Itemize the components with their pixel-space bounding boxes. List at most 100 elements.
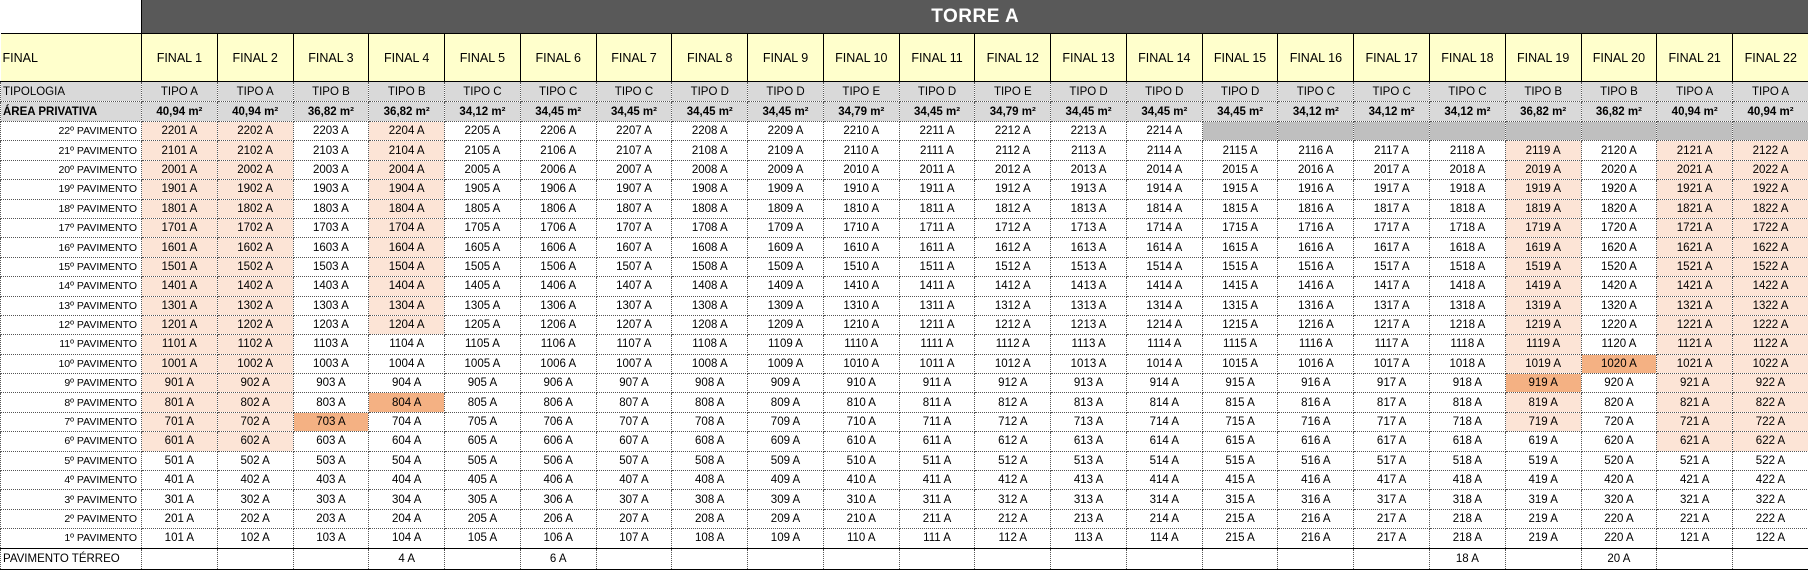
unit-cell[interactable]: 2114 A [1126, 141, 1202, 160]
unit-cell[interactable]: 1409 A [748, 277, 824, 296]
unit-cell[interactable]: 2012 A [975, 160, 1051, 179]
unit-cell[interactable]: 2208 A [672, 122, 748, 141]
unit-cell[interactable]: 215 A [1202, 509, 1278, 528]
unit-cell[interactable]: 1602 A [217, 238, 293, 257]
unit-cell[interactable]: 1710 A [823, 218, 899, 237]
tipologia-label[interactable]: TIPOLOGIA [1, 82, 142, 102]
unit-cell[interactable]: 112 A [975, 529, 1051, 548]
unit-cell[interactable]: 504 A [369, 451, 445, 470]
unit-cell[interactable]: 2214 A [1126, 122, 1202, 141]
floor-label[interactable]: 6º PAVIMENTO [1, 432, 142, 451]
unit-cell[interactable]: 1404 A [369, 277, 445, 296]
unit-cell[interactable]: 1405 A [445, 277, 521, 296]
unit-cell[interactable]: 1103 A [293, 335, 369, 354]
floor-label[interactable]: 7º PAVIMENTO [1, 412, 142, 431]
unit-cell[interactable]: 719 A [1505, 412, 1581, 431]
unit-cell[interactable]: 602 A [217, 432, 293, 451]
unit-cell[interactable]: 2021 A [1657, 160, 1733, 179]
unit-cell[interactable]: 1901 A [142, 180, 218, 199]
unit-cell[interactable]: 718 A [1430, 412, 1506, 431]
unit-cell[interactable]: 404 A [369, 471, 445, 490]
unit-cell[interactable]: 1611 A [899, 238, 975, 257]
unit-cell[interactable]: 1304 A [369, 296, 445, 315]
unit-cell[interactable]: 2121 A [1657, 141, 1733, 160]
unit-cell[interactable]: 1513 A [1051, 257, 1127, 276]
unit-cell[interactable]: 1301 A [142, 296, 218, 315]
unit-cell[interactable]: 906 A [520, 374, 596, 393]
floor-label[interactable]: 20º PAVIMENTO [1, 160, 142, 179]
area-cell[interactable]: 34,79 m² [975, 102, 1051, 122]
unit-cell[interactable]: 2013 A [1051, 160, 1127, 179]
area-cell[interactable]: 40,94 m² [142, 102, 218, 122]
unit-cell[interactable]: 1910 A [823, 180, 899, 199]
unit-cell[interactable]: 709 A [748, 412, 824, 431]
unit-cell[interactable]: 2101 A [142, 141, 218, 160]
unit-cell[interactable]: 114 A [1126, 529, 1202, 548]
unit-cell[interactable]: 514 A [1126, 451, 1202, 470]
unit-cell[interactable]: 716 A [1278, 412, 1354, 431]
final-header-label[interactable]: FINAL [1, 34, 142, 82]
unit-cell[interactable]: 608 A [672, 432, 748, 451]
unit-cell[interactable]: 2019 A [1505, 160, 1581, 179]
unit-cell[interactable]: 811 A [899, 393, 975, 412]
unit-cell[interactable]: 505 A [445, 451, 521, 470]
final-header-cell[interactable]: FINAL 18 [1430, 34, 1506, 82]
unit-cell[interactable]: 1517 A [1354, 257, 1430, 276]
unit-cell[interactable]: 1817 A [1354, 199, 1430, 218]
unit-cell[interactable]: 1606 A [520, 238, 596, 257]
unit-cell[interactable]: 1511 A [899, 257, 975, 276]
unit-cell[interactable]: 918 A [1430, 374, 1506, 393]
unit-cell[interactable]: 922 A [1733, 374, 1808, 393]
unit-cell[interactable]: 1608 A [672, 238, 748, 257]
unit-cell[interactable]: 2120 A [1581, 141, 1657, 160]
unit-cell[interactable]: 2209 A [748, 122, 824, 141]
unit-cell[interactable]: 809 A [748, 393, 824, 412]
tipologia-cell[interactable]: TIPO A [1733, 82, 1808, 102]
unit-cell[interactable]: 417 A [1354, 471, 1430, 490]
unit-cell[interactable]: 808 A [672, 393, 748, 412]
unit-cell[interactable]: 1209 A [748, 315, 824, 334]
unit-cell[interactable]: 817 A [1354, 393, 1430, 412]
unit-cell[interactable]: 1001 A [142, 354, 218, 373]
unit-cell[interactable]: 1515 A [1202, 257, 1278, 276]
unit-cell[interactable]: 1519 A [1505, 257, 1581, 276]
final-header-cell[interactable]: FINAL 6 [520, 34, 596, 82]
unit-cell[interactable]: 1815 A [1202, 199, 1278, 218]
final-header-cell[interactable]: FINAL 11 [899, 34, 975, 82]
unit-cell[interactable]: 2103 A [293, 141, 369, 160]
unit-cell[interactable]: 1006 A [520, 354, 596, 373]
final-header-cell[interactable]: FINAL 21 [1657, 34, 1733, 82]
unit-cell[interactable]: 1520 A [1581, 257, 1657, 276]
unit-cell[interactable]: 707 A [596, 412, 672, 431]
tipologia-cell[interactable]: TIPO C [1278, 82, 1354, 102]
area-cell[interactable]: 40,94 m² [217, 102, 293, 122]
area-cell[interactable]: 36,82 m² [369, 102, 445, 122]
unit-cell[interactable]: 2010 A [823, 160, 899, 179]
unit-cell[interactable] [1581, 122, 1657, 141]
final-header-cell[interactable]: FINAL 15 [1202, 34, 1278, 82]
unit-cell[interactable]: 1420 A [1581, 277, 1657, 296]
unit-cell[interactable]: 1605 A [445, 238, 521, 257]
unit-cell[interactable]: 312 A [975, 490, 1051, 509]
area-cell[interactable]: 34,79 m² [823, 102, 899, 122]
unit-cell[interactable]: 1122 A [1733, 335, 1808, 354]
tipologia-cell[interactable]: TIPO D [1202, 82, 1278, 102]
unit-cell[interactable]: 202 A [217, 509, 293, 528]
area-privativa-label[interactable]: ÁREA PRIVATIVA [1, 102, 142, 122]
unit-cell[interactable]: 2202 A [217, 122, 293, 141]
unit-cell[interactable]: 508 A [672, 451, 748, 470]
unit-cell[interactable]: 912 A [975, 374, 1051, 393]
final-header-cell[interactable]: FINAL 12 [975, 34, 1051, 82]
unit-cell[interactable]: 1018 A [1430, 354, 1506, 373]
tipologia-cell[interactable]: TIPO A [217, 82, 293, 102]
unit-cell[interactable]: 2201 A [142, 122, 218, 141]
unit-cell[interactable]: 609 A [748, 432, 824, 451]
unit-cell[interactable]: 1115 A [1202, 335, 1278, 354]
unit-cell[interactable]: 1505 A [445, 257, 521, 276]
unit-cell[interactable]: 220 A [1581, 529, 1657, 548]
unit-cell[interactable]: 1220 A [1581, 315, 1657, 334]
unit-cell[interactable]: 402 A [217, 471, 293, 490]
unit-cell[interactable]: 1603 A [293, 238, 369, 257]
unit-cell[interactable]: 411 A [899, 471, 975, 490]
unit-cell[interactable]: 616 A [1278, 432, 1354, 451]
